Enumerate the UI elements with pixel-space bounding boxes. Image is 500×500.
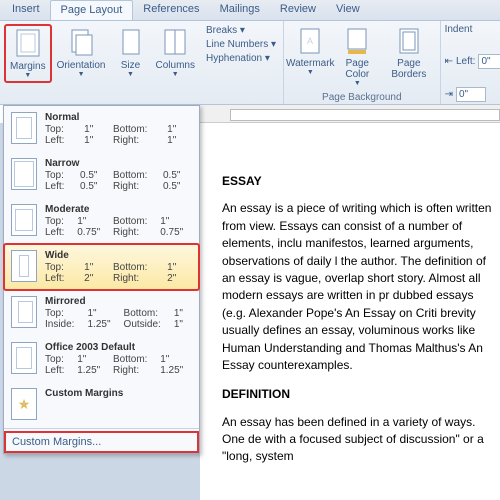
chevron-down-icon: ▼ (172, 71, 179, 78)
horizontal-ruler[interactable] (200, 105, 500, 123)
doc-heading-definition: DEFINITION (222, 386, 500, 403)
tab-review[interactable]: Review (270, 0, 326, 20)
margins-option-values: Top:1"Bottom:1"Left:1.25"Right:1.25" (45, 354, 192, 376)
size-label: Size (121, 60, 140, 71)
chevron-down-icon: ▼ (127, 71, 134, 78)
indent-heading: Indent (445, 24, 500, 35)
margins-button[interactable]: Margins ▼ (4, 24, 52, 83)
tab-references[interactable]: References (133, 0, 209, 20)
doc-paragraph: An essay is a piece of writing which is … (222, 200, 500, 374)
margin-preset-icon (11, 342, 37, 374)
size-button[interactable]: Size ▼ (111, 24, 151, 81)
watermark-label: Watermark (286, 58, 335, 69)
indent-left-input[interactable]: 0" (478, 54, 500, 69)
margins-option-values: Top:1"Bottom:1"Inside:1.25"Outside:1" (45, 308, 192, 330)
group-page-setup: Margins ▼ Orientation ▼ Size ▼ Columns ▼… (0, 21, 284, 104)
orientation-icon (67, 27, 95, 59)
tab-view[interactable]: View (326, 0, 370, 20)
margins-label: Margins (10, 61, 46, 72)
margins-option-name: Normal (45, 112, 192, 123)
chevron-down-icon: ▼ (354, 80, 361, 87)
separator (4, 428, 199, 429)
breaks-button[interactable]: Breaks ▾ (203, 24, 279, 37)
margins-option-values: Top:0.5"Bottom:0.5"Left:0.5"Right:0.5" (45, 170, 192, 192)
columns-button[interactable]: Columns ▼ (151, 24, 200, 81)
chevron-down-icon: ▼ (24, 72, 31, 79)
margins-option-name: Moderate (45, 204, 192, 215)
margins-option-name: Narrow (45, 158, 192, 169)
page-borders-button[interactable]: Page Borders (382, 24, 435, 90)
page-color-icon (345, 27, 369, 57)
columns-label: Columns (156, 60, 195, 71)
page-borders-icon (397, 27, 421, 57)
margin-preset-icon (11, 250, 37, 282)
line-numbers-button[interactable]: Line Numbers ▾ (203, 38, 279, 51)
tab-insert[interactable]: Insert (2, 0, 50, 20)
margins-option-name: Custom Margins (45, 388, 192, 399)
page-borders-label: Page Borders (387, 58, 430, 80)
watermark-button[interactable]: A Watermark ▼ (288, 24, 333, 90)
margins-option-office-2003-default[interactable]: Office 2003 DefaultTop:1"Bottom:1"Left:1… (4, 336, 199, 382)
tab-page-layout[interactable]: Page Layout (50, 0, 134, 20)
chevron-down-icon: ▼ (307, 69, 314, 76)
page-color-label: Page Color (340, 58, 376, 80)
margins-option-name: Mirrored (45, 296, 192, 307)
group-page-background: A Watermark ▼ Page Color ▼ Page Borders … (284, 21, 441, 104)
margins-dropdown: NormalTop:1"Bottom:1"Left:1"Right:1"Narr… (3, 105, 200, 454)
margins-option-name: Office 2003 Default (45, 342, 192, 353)
margin-preset-icon (11, 296, 37, 328)
margins-option-narrow[interactable]: NarrowTop:0.5"Bottom:0.5"Left:0.5"Right:… (4, 152, 199, 198)
margins-option-normal[interactable]: NormalTop:1"Bottom:1"Left:1"Right:1" (4, 106, 199, 152)
indent-right-icon: ⇥ (445, 89, 453, 100)
margins-option-name: Wide (45, 250, 192, 261)
indent-left-label: Left: (456, 56, 475, 67)
margins-option-wide[interactable]: WideTop:1"Bottom:1"Left:2"Right:2" (4, 244, 199, 290)
margins-option-custom[interactable]: ★ Custom Margins (4, 382, 199, 426)
orientation-button[interactable]: Orientation ▼ (52, 24, 111, 81)
margins-option-moderate[interactable]: ModerateTop:1"Bottom:1"Left:0.75"Right:0… (4, 198, 199, 244)
chevron-down-icon: ▼ (78, 71, 85, 78)
doc-paragraph: An essay has been defined in a variety o… (222, 414, 500, 466)
margin-preset-icon (11, 158, 37, 190)
margins-option-values: Top:1"Bottom:1"Left:1"Right:1" (45, 124, 192, 146)
custom-margins-menu[interactable]: Custom Margins... (4, 431, 199, 453)
margins-option-values: Top:1"Bottom:1"Left:0.75"Right:0.75" (45, 216, 192, 238)
watermark-icon: A (298, 27, 322, 57)
indent-left-icon: ⇤ (445, 56, 453, 67)
tab-mailings[interactable]: Mailings (210, 0, 270, 20)
document-page[interactable]: ESSAY An essay is a piece of writing whi… (200, 123, 500, 500)
group-label-page-background: Page Background (288, 92, 436, 103)
hyphenation-button[interactable]: Hyphenation ▾ (203, 52, 279, 65)
indent-right-input[interactable]: 0" (456, 87, 486, 102)
ribbon-tabs: Insert Page Layout References Mailings R… (0, 0, 500, 21)
svg-text:A: A (307, 36, 313, 46)
group-paragraph: Indent ⇤ Left: 0" ⇥ 0" (441, 21, 500, 104)
margins-option-values: Top:1"Bottom:1"Left:2"Right:2" (45, 262, 192, 284)
margin-preset-icon (11, 112, 37, 144)
ribbon: Margins ▼ Orientation ▼ Size ▼ Columns ▼… (0, 21, 500, 105)
orientation-label: Orientation (57, 60, 106, 71)
margins-icon (14, 28, 42, 60)
doc-heading-essay: ESSAY (222, 173, 500, 190)
star-icon: ★ (11, 388, 37, 420)
columns-icon (162, 27, 188, 59)
margins-option-mirrored[interactable]: MirroredTop:1"Bottom:1"Inside:1.25"Outsi… (4, 290, 199, 336)
page-color-button[interactable]: Page Color ▼ (335, 24, 381, 90)
margin-preset-icon (11, 204, 37, 236)
size-icon (119, 27, 143, 59)
